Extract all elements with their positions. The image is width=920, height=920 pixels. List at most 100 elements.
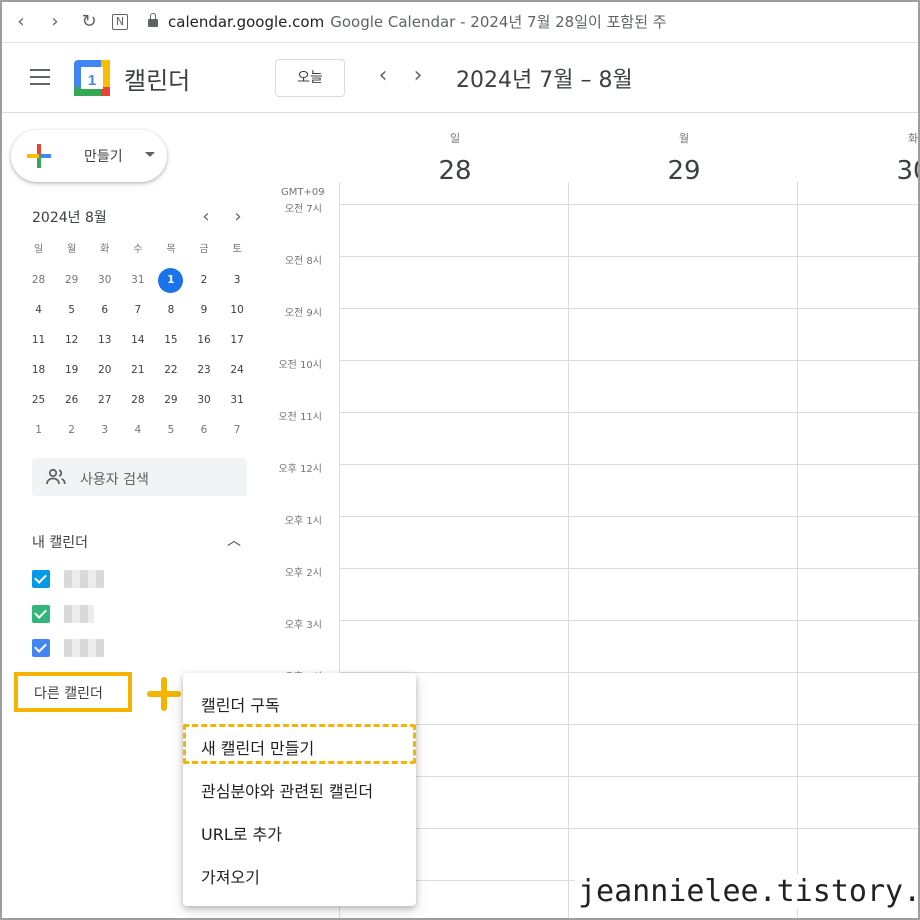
menu-item-import[interactable]: 가져오기	[183, 853, 416, 893]
mini-prev-icon[interactable]: ‹	[198, 206, 214, 227]
mini-day-number: 10	[230, 304, 244, 316]
mini-day-number: 17	[230, 334, 244, 346]
other-calendars-section[interactable]: 다른 캘린더	[14, 672, 132, 712]
address-bar[interactable]: calendar.google.com Google Calendar - 202…	[142, 9, 902, 35]
add-other-calendar-plus-icon[interactable]	[147, 677, 181, 711]
mini-week-row: 28 29 30 31 1 2 3	[22, 267, 254, 297]
mini-day[interactable]: 22	[154, 357, 187, 387]
forward-icon[interactable]: ›	[44, 11, 66, 33]
mini-day[interactable]: 28	[121, 387, 154, 417]
mini-day[interactable]: 11	[22, 327, 55, 357]
mini-day[interactable]: 24	[221, 357, 254, 387]
mini-day-number: 14	[131, 334, 145, 346]
mini-day[interactable]: 23	[187, 357, 220, 387]
mini-day[interactable]: 3	[88, 417, 121, 447]
chevron-up-icon[interactable]: ︿	[227, 530, 241, 550]
mini-day[interactable]: 19	[55, 357, 88, 387]
main-menu-icon[interactable]	[30, 69, 50, 85]
mini-day[interactable]: 20	[88, 357, 121, 387]
mini-day[interactable]: 10	[221, 297, 254, 327]
mini-day[interactable]: 3	[221, 267, 254, 297]
day-number[interactable]: 30	[799, 156, 918, 186]
mini-day[interactable]: 29	[154, 387, 187, 417]
mini-day[interactable]: 6	[187, 417, 220, 447]
mini-day-number: 8	[167, 304, 175, 316]
day-header-sun[interactable]: 일 28	[341, 130, 569, 186]
search-people-input[interactable]: 사용자 검색	[32, 458, 247, 496]
mini-day-number: 6	[101, 304, 109, 316]
mini-day[interactable]: 26	[55, 387, 88, 417]
mini-next-icon[interactable]: ›	[230, 206, 246, 227]
prev-week-icon[interactable]: ‹	[371, 64, 395, 88]
mini-day[interactable]: 29	[55, 267, 88, 297]
date-range-title: 2024년 7월 – 8월	[456, 68, 633, 93]
mini-day[interactable]: 6	[88, 297, 121, 327]
mini-day[interactable]: 30	[88, 267, 121, 297]
mini-day[interactable]: 31	[121, 267, 154, 297]
mini-day[interactable]: 17	[221, 327, 254, 357]
other-calendars-title: 다른 캘린더	[34, 686, 103, 702]
mini-day[interactable]: 14	[121, 327, 154, 357]
day-header-tue[interactable]: 화 30	[799, 130, 918, 186]
mini-day[interactable]: 7	[221, 417, 254, 447]
mini-day[interactable]: 5	[55, 297, 88, 327]
mini-day[interactable]: 13	[88, 327, 121, 357]
mini-day[interactable]: 18	[22, 357, 55, 387]
hour-label: 오전 8시	[284, 256, 322, 267]
mini-day[interactable]: 2	[55, 417, 88, 447]
hour-gridline	[339, 620, 918, 621]
back-icon[interactable]: ‹	[10, 11, 32, 33]
mini-day[interactable]: 31	[221, 387, 254, 417]
menu-item-subscribe[interactable]: 캘린더 구독	[183, 681, 416, 721]
mini-day[interactable]: 7	[121, 297, 154, 327]
day-header-mon[interactable]: 월 29	[570, 130, 798, 186]
mini-day-number: 2	[68, 424, 75, 436]
menu-item-from-url[interactable]: URL로 추가	[183, 810, 416, 850]
mini-day[interactable]: 25	[22, 387, 55, 417]
checkbox[interactable]	[32, 639, 50, 657]
extension-icon[interactable]: N	[112, 14, 128, 30]
mini-day[interactable]: 4	[22, 297, 55, 327]
mini-day-number: 15	[164, 334, 178, 346]
mini-day[interactable]: 4	[121, 417, 154, 447]
mini-day[interactable]: 2	[187, 267, 220, 297]
checkbox[interactable]	[32, 570, 50, 588]
menu-item-browse-interesting[interactable]: 관심분야와 관련된 캘린더	[183, 767, 416, 807]
day-number[interactable]: 28	[341, 156, 569, 186]
mini-day[interactable]: 9	[187, 297, 220, 327]
url-domain: calendar.google.com	[168, 13, 325, 31]
menu-item-create-new[interactable]: 새 캘린더 만들기	[183, 724, 416, 764]
day-column-divider	[568, 182, 569, 918]
mini-day[interactable]: 1	[154, 267, 187, 297]
search-people-label: 사용자 검색	[80, 472, 149, 488]
mini-day[interactable]: 15	[154, 327, 187, 357]
menu-item-label: 새 캘린더 만들기	[201, 739, 315, 758]
my-calendars-title[interactable]: 내 캘린더	[32, 532, 88, 552]
mini-day[interactable]: 30	[187, 387, 220, 417]
mini-day-number: 1	[158, 268, 184, 293]
today-button[interactable]: 오늘	[275, 59, 345, 97]
hour-label: 오전 10시	[278, 360, 322, 371]
hour-gridline	[339, 776, 918, 777]
day-of-week: 일	[449, 132, 461, 145]
hour-label: 오후 12시	[278, 464, 322, 475]
next-week-icon[interactable]: ›	[406, 64, 430, 88]
day-number[interactable]: 29	[570, 156, 798, 186]
checkbox[interactable]	[32, 605, 50, 623]
mini-day[interactable]: 27	[88, 387, 121, 417]
create-button[interactable]: 만들기	[11, 130, 167, 182]
mini-day[interactable]: 12	[55, 327, 88, 357]
mini-day[interactable]: 5	[154, 417, 187, 447]
mini-day-number: 30	[98, 274, 112, 286]
week-grid[interactable]	[339, 182, 918, 918]
reload-icon[interactable]: ↻	[78, 11, 100, 33]
mini-week-row: 4 5 6 7 8 9 10	[22, 297, 254, 327]
mini-day[interactable]: 21	[121, 357, 154, 387]
mini-day[interactable]: 1	[22, 417, 55, 447]
mini-day-number: 23	[197, 364, 211, 376]
mini-day-number: 3	[101, 424, 109, 436]
mini-day[interactable]: 28	[22, 267, 55, 297]
mini-day[interactable]: 8	[154, 297, 187, 327]
mini-day[interactable]: 16	[187, 327, 220, 357]
mini-day-number: 29	[164, 394, 178, 406]
